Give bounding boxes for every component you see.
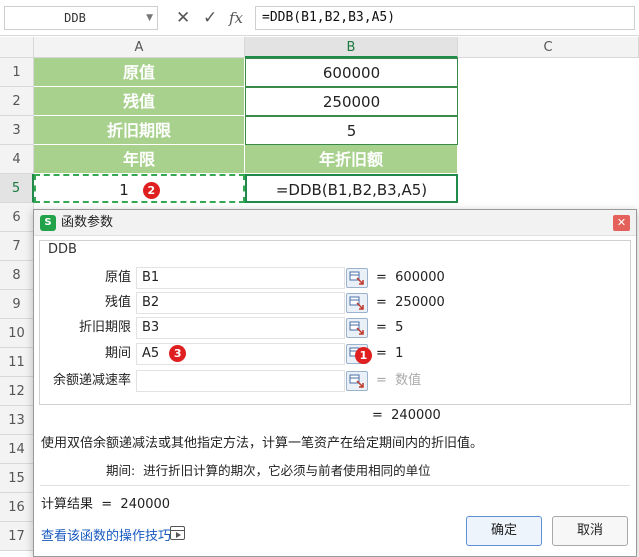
cancel-edit-icon[interactable]: ✕ bbox=[176, 7, 190, 29]
arg-label-salvage: 残值 bbox=[104, 295, 131, 310]
row-header-3[interactable]: 3 bbox=[0, 116, 34, 145]
arg-input-life[interactable]: B3 bbox=[136, 317, 345, 339]
cell-b1[interactable]: 600000 bbox=[245, 58, 458, 87]
row-header-8[interactable]: 8 bbox=[0, 261, 34, 290]
row-header-5[interactable]: 5 bbox=[0, 174, 34, 203]
arg-result-factor: = 数值 bbox=[376, 373, 422, 388]
cell-a3[interactable]: 折旧期限 bbox=[34, 116, 245, 145]
row-header-4[interactable]: 4 bbox=[0, 145, 34, 174]
arg-input-factor[interactable] bbox=[136, 370, 345, 392]
row-header-13[interactable]: 13 bbox=[0, 406, 34, 435]
collapse-dialog-icon[interactable] bbox=[346, 318, 368, 338]
step-badge-1: 1 bbox=[355, 347, 372, 364]
arg-input-cost[interactable]: B1 bbox=[136, 267, 345, 289]
arg-input-period[interactable]: A5 3 bbox=[136, 343, 345, 365]
cell-b2[interactable]: 250000 bbox=[245, 87, 458, 116]
cell-a5[interactable]: 12 bbox=[34, 174, 245, 203]
insert-function-icon[interactable]: fx bbox=[229, 7, 243, 29]
collapse-dialog-icon[interactable] bbox=[346, 268, 368, 288]
step-badge-2: 2 bbox=[142, 182, 160, 199]
column-header-a[interactable]: A bbox=[34, 37, 245, 58]
arg-result-cost: = 600000 bbox=[376, 270, 445, 285]
formula-input[interactable]: =DDB(B1,B2,B3,A5) bbox=[255, 6, 635, 30]
arg-result-salvage: = 250000 bbox=[376, 295, 445, 310]
select-all-corner[interactable] bbox=[0, 37, 34, 58]
row-header-14[interactable]: 14 bbox=[0, 435, 34, 464]
arg-result-life: = 5 bbox=[376, 320, 404, 335]
row-header-15[interactable]: 15 bbox=[0, 464, 34, 493]
function-arguments-dialog: S 函数参数 ✕ DDB 原值 B1 = 600000 残值 B2 = 2500… bbox=[33, 209, 637, 557]
cell-a4[interactable]: 年限 bbox=[34, 145, 245, 174]
dialog-title: 函数参数 bbox=[61, 215, 114, 230]
row-header-9[interactable]: 9 bbox=[0, 290, 34, 319]
step-badge-3: 3 bbox=[169, 345, 187, 362]
cell-b5[interactable]: =DDB(B1,B2,B3,A5) bbox=[245, 174, 458, 203]
row-header-12[interactable]: 12 bbox=[0, 377, 34, 406]
row-header-7[interactable]: 7 bbox=[0, 232, 34, 261]
arg-label-cost: 原值 bbox=[104, 270, 131, 285]
cell-b3[interactable]: 5 bbox=[245, 116, 458, 145]
row-header-17[interactable]: 17 bbox=[0, 522, 34, 551]
collapse-dialog-icon[interactable] bbox=[346, 293, 368, 313]
arg-input-salvage[interactable]: B2 bbox=[136, 292, 345, 314]
calculation-result: 计算结果 = 240000 bbox=[41, 497, 171, 512]
dialog-titlebar[interactable]: S 函数参数 ✕ bbox=[34, 210, 636, 236]
cell-a2[interactable]: 残值 bbox=[34, 87, 245, 116]
row-header-10[interactable]: 10 bbox=[0, 319, 34, 348]
wps-logo-icon: S bbox=[40, 215, 56, 231]
row-header-2[interactable]: 2 bbox=[0, 87, 34, 116]
column-header-b[interactable]: B bbox=[245, 37, 458, 58]
row-header-6[interactable]: 6 bbox=[0, 203, 34, 232]
chevron-down-icon[interactable]: ▼ bbox=[146, 7, 153, 29]
parameter-description: 期间: 进行折旧计算的期次，它必须与前者使用相同的单位 bbox=[106, 463, 431, 478]
column-header-c[interactable]: C bbox=[458, 37, 639, 58]
row-header-11[interactable]: 11 bbox=[0, 348, 34, 377]
function-help-link[interactable]: 查看该函数的操作技巧 bbox=[41, 525, 171, 544]
name-box-text: DDB bbox=[64, 11, 86, 25]
formula-total: = 240000 bbox=[372, 408, 441, 423]
confirm-edit-icon[interactable]: ✓ bbox=[203, 7, 217, 29]
function-description: 使用双倍余额递减法或其他指定方法，计算一笔资产在给定期间内的折旧值。 bbox=[41, 436, 484, 451]
ok-button[interactable]: 确定 bbox=[466, 516, 542, 546]
arg-label-life: 折旧期限 bbox=[78, 320, 131, 335]
name-box[interactable]: DDB ▼ bbox=[4, 6, 158, 30]
row-header-1[interactable]: 1 bbox=[0, 58, 34, 87]
video-play-icon[interactable] bbox=[170, 526, 185, 540]
arg-label-factor: 余额递减速率 bbox=[52, 373, 131, 388]
cell-a5-value: 1 bbox=[119, 181, 129, 199]
cancel-button[interactable]: 取消 bbox=[552, 516, 628, 546]
cell-a1[interactable]: 原值 bbox=[34, 58, 245, 87]
arg-label-period: 期间 bbox=[104, 346, 131, 361]
collapse-dialog-icon[interactable] bbox=[346, 371, 368, 391]
close-icon[interactable]: ✕ bbox=[613, 215, 630, 231]
function-name: DDB bbox=[48, 242, 77, 257]
arg-result-period: = 1 bbox=[376, 346, 404, 361]
arg-input-period-value: A5 bbox=[142, 346, 160, 361]
divider bbox=[40, 485, 630, 486]
formula-bar: DDB ▼ ✕ ✓ fx =DDB(B1,B2,B3,A5) bbox=[0, 0, 639, 36]
cell-b4[interactable]: 年折旧额 bbox=[245, 145, 458, 174]
row-header-16[interactable]: 16 bbox=[0, 493, 34, 522]
